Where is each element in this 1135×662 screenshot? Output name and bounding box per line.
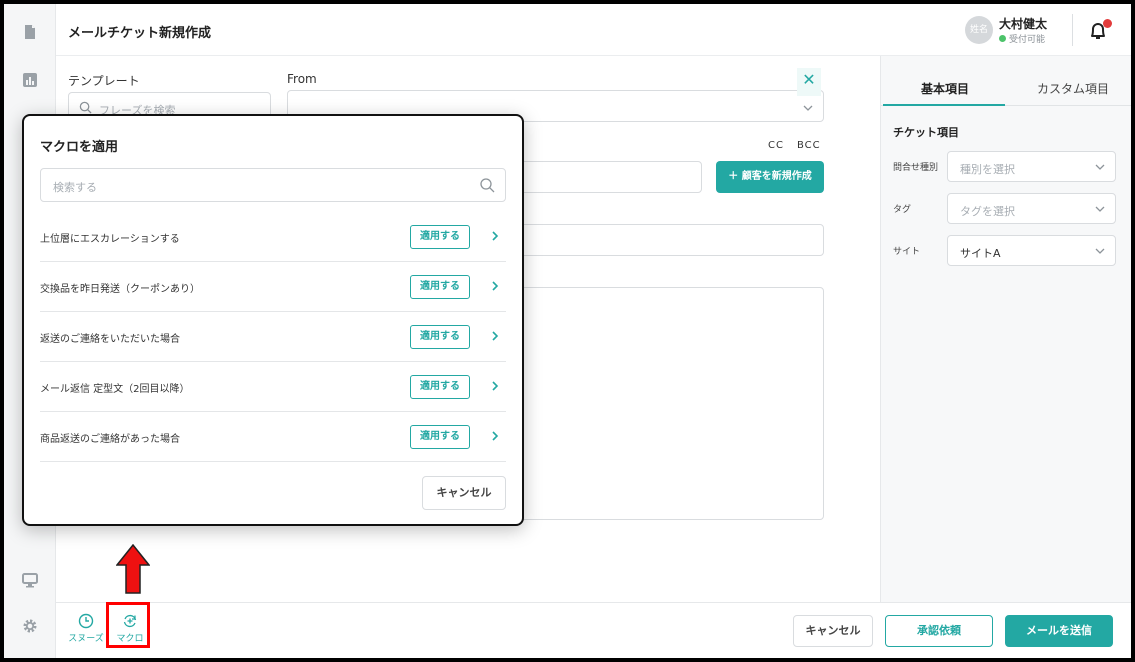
- tab-custom[interactable]: カスタム項目: [1037, 80, 1109, 97]
- macro-highlight-annotation: [106, 602, 150, 648]
- notification-badge: [1103, 19, 1112, 28]
- dialog-title: マクロを適用: [40, 140, 119, 155]
- close-pane-button[interactable]: ✕: [797, 68, 821, 96]
- apply-macro-button[interactable]: 適用する: [410, 375, 470, 399]
- user-status-text: 受付可能: [1009, 35, 1046, 45]
- dialog-cancel-button[interactable]: キャンセル: [422, 476, 506, 510]
- search-icon: [480, 178, 495, 193]
- macro-apply-dialog: マクロを適用 検索する 上位層にエスカレーションする 適用する 交換品を昨日発送…: [22, 114, 524, 526]
- footer-bar: スヌーズ マクロ キャンセル 承認依頼 メールを送信: [56, 602, 1131, 658]
- new-customer-button[interactable]: ＋ 顧客を新規作成: [716, 161, 824, 193]
- search-icon: [79, 101, 92, 114]
- subject-input[interactable]: [504, 224, 824, 256]
- ticket-fields-heading: チケット項目: [893, 126, 959, 139]
- apply-macro-button[interactable]: 適用する: [410, 225, 470, 249]
- site-label: サイト: [893, 247, 921, 257]
- chevron-right-icon[interactable]: [490, 230, 500, 242]
- chevron-right-icon[interactable]: [490, 280, 500, 292]
- snooze-button[interactable]: スヌーズ: [68, 613, 104, 644]
- header-bar: メールチケット新規作成 姓名 大村健太 受付可能: [56, 4, 1131, 56]
- inquiry-type-select[interactable]: 種別を選択: [947, 151, 1116, 182]
- ticket-side-panel: 基本項目 カスタム項目 チケット項目 問合せ種別 種別を選択 タグ タグを選択 …: [880, 56, 1131, 602]
- apply-macro-button[interactable]: 適用する: [410, 275, 470, 299]
- page-title: メールチケット新規作成: [68, 26, 212, 41]
- settings-gear-icon[interactable]: [22, 618, 38, 634]
- to-input[interactable]: [504, 161, 702, 193]
- document-icon[interactable]: [22, 24, 38, 40]
- clock-icon: [78, 613, 94, 629]
- user-status: 受付可能: [999, 32, 1045, 45]
- avatar: 姓名: [965, 16, 993, 44]
- cancel-button[interactable]: キャンセル: [793, 615, 873, 647]
- snooze-label: スヌーズ: [68, 634, 104, 644]
- chevron-down-icon: [1095, 164, 1105, 170]
- red-up-arrow-annotation: [116, 544, 150, 594]
- macro-list-item[interactable]: メール返信 定型文（2回目以降） 適用する: [40, 362, 506, 412]
- macro-name: 返送のご連絡をいただいた場合: [40, 334, 180, 345]
- macro-list-item[interactable]: 返送のご連絡をいただいた場合 適用する: [40, 312, 506, 362]
- from-label: From: [287, 72, 317, 86]
- body-textarea[interactable]: [504, 287, 824, 520]
- status-dot: [999, 35, 1006, 42]
- apply-macro-button[interactable]: 適用する: [410, 325, 470, 349]
- inquiry-type-value: 種別を選択: [960, 163, 1015, 176]
- send-email-button[interactable]: メールを送信: [1005, 615, 1113, 647]
- inquiry-type-label: 問合せ種別: [893, 163, 939, 173]
- chevron-right-icon[interactable]: [490, 430, 500, 442]
- cc-toggle[interactable]: CC: [768, 140, 784, 151]
- template-label: テンプレート: [68, 74, 140, 88]
- active-tab-indicator: [883, 104, 1005, 106]
- monitor-icon[interactable]: [22, 572, 38, 588]
- user-menu[interactable]: 姓名 大村健太 受付可能: [965, 12, 1055, 48]
- macro-list-item[interactable]: 交換品を昨日発送（クーポンあり） 適用する: [40, 262, 506, 312]
- macro-list-item[interactable]: 商品返送のご連絡があった場合 適用する: [40, 412, 506, 462]
- site-select[interactable]: サイトA: [947, 235, 1116, 266]
- tag-value: タグを選択: [960, 205, 1015, 218]
- chevron-down-icon: [1095, 206, 1105, 212]
- macro-name: 商品返送のご連絡があった場合: [40, 434, 180, 445]
- tag-select[interactable]: タグを選択: [947, 193, 1116, 224]
- chevron-right-icon[interactable]: [490, 330, 500, 342]
- macro-name: 交換品を昨日発送（クーポンあり）: [40, 284, 200, 295]
- macro-search-placeholder: 検索する: [53, 181, 97, 194]
- tab-basic[interactable]: 基本項目: [921, 80, 969, 97]
- macro-name: 上位層にエスカレーションする: [40, 234, 180, 245]
- chevron-down-icon: [1095, 248, 1105, 254]
- app-window: メールチケット新規作成 姓名 大村健太 受付可能 テンプレート フレーズを検索 …: [4, 4, 1131, 658]
- user-name: 大村健太: [999, 17, 1048, 31]
- header-divider: [1072, 14, 1073, 46]
- bcc-toggle[interactable]: BCC: [797, 140, 821, 151]
- macro-name: メール返信 定型文（2回目以降）: [40, 384, 190, 395]
- apply-macro-button[interactable]: 適用する: [410, 425, 470, 449]
- chevron-right-icon[interactable]: [490, 380, 500, 392]
- macro-list-item[interactable]: 上位層にエスカレーションする 適用する: [40, 212, 506, 262]
- macro-search-input[interactable]: 検索する: [40, 168, 506, 202]
- report-chart-icon[interactable]: [22, 72, 38, 88]
- chevron-down-icon: [803, 105, 813, 111]
- approval-request-button[interactable]: 承認依頼: [885, 615, 993, 647]
- tag-label: タグ: [893, 205, 912, 215]
- site-value: サイトA: [960, 247, 1001, 260]
